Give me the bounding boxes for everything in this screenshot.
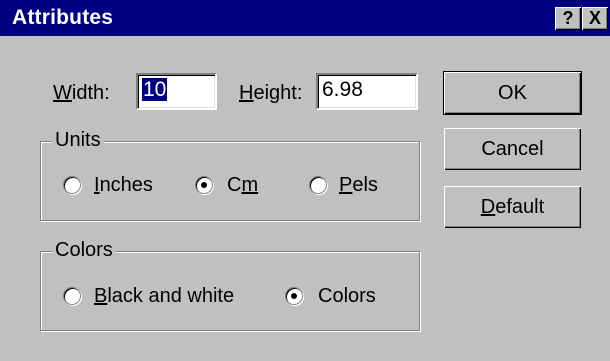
title-bar[interactable]: Attributes ? X bbox=[0, 0, 610, 36]
height-label: Height: bbox=[239, 82, 303, 104]
ok-button[interactable]: OK bbox=[444, 72, 581, 114]
colors-label[interactable]: Colors bbox=[318, 285, 376, 308]
width-label: Width: bbox=[53, 82, 110, 104]
cm-label[interactable]: Cm bbox=[227, 174, 258, 197]
inches-radio[interactable] bbox=[63, 176, 81, 194]
cancel-button[interactable]: Cancel bbox=[444, 128, 581, 170]
attributes-dialog: Attributes ? X Width: 10 Height: 6.98 Un… bbox=[0, 0, 610, 361]
selected-dot bbox=[201, 182, 207, 188]
height-value: 6.98 bbox=[322, 78, 363, 101]
cm-radio[interactable] bbox=[195, 176, 213, 194]
selected-dot bbox=[291, 293, 297, 299]
close-button[interactable]: X bbox=[582, 7, 608, 30]
pels-radio[interactable] bbox=[309, 176, 327, 194]
inches-label[interactable]: Inches bbox=[94, 174, 153, 197]
help-button[interactable]: ? bbox=[555, 7, 581, 30]
units-group-title: Units bbox=[52, 129, 104, 152]
width-value: 10 bbox=[142, 78, 168, 101]
pels-label[interactable]: Pels bbox=[339, 174, 378, 197]
black-and-white-radio[interactable] bbox=[63, 287, 81, 305]
width-input[interactable]: 10 bbox=[136, 73, 217, 110]
colors-radio[interactable] bbox=[285, 287, 303, 305]
height-input[interactable]: 6.98 bbox=[316, 73, 418, 110]
black-and-white-label[interactable]: Black and white bbox=[94, 285, 234, 308]
colors-group-title: Colors bbox=[52, 239, 116, 262]
default-button[interactable]: Default bbox=[444, 186, 581, 228]
window-title: Attributes bbox=[12, 6, 114, 29]
